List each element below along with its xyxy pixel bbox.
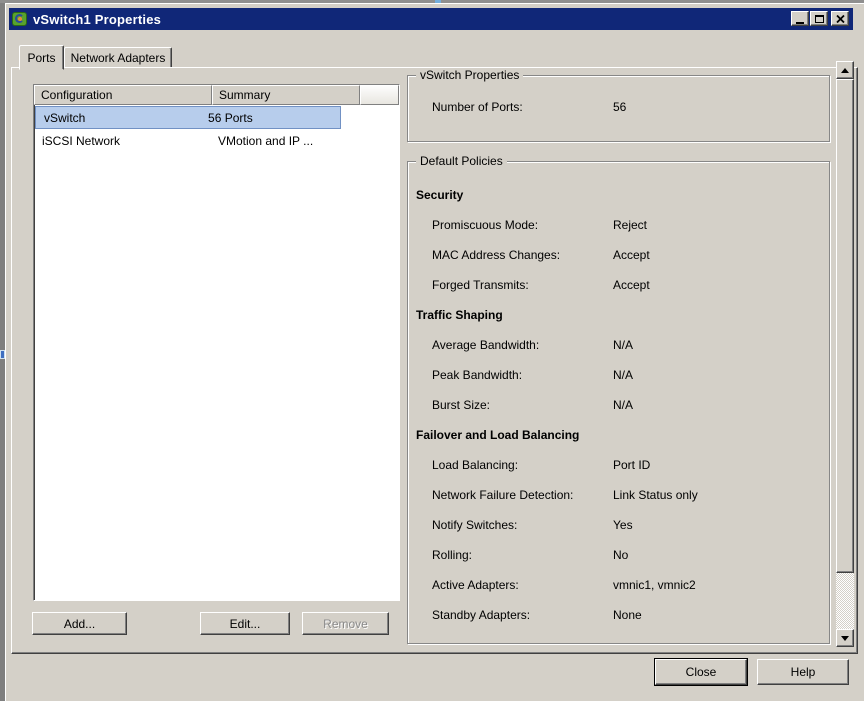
- row-summary-cell: 56 Ports: [208, 110, 253, 125]
- remove-button: Remove: [302, 612, 389, 635]
- policy-row: Active Adapters: vmnic1, vmnic2: [432, 570, 829, 600]
- close-icon: [835, 14, 845, 23]
- policy-value: Port ID: [613, 458, 651, 472]
- arrow-down-icon: [841, 635, 849, 641]
- policy-section-header-traffic-shaping: Traffic Shaping: [416, 308, 503, 322]
- policy-label: Average Bandwidth:: [432, 338, 540, 352]
- property-row: Number of Ports: 56: [432, 92, 829, 122]
- policy-row: Promiscuous Mode: Reject: [432, 210, 829, 240]
- policy-label: MAC Address Changes:: [432, 248, 561, 262]
- default-policies-group: Default Policies Security Promiscuous Mo…: [407, 154, 830, 644]
- policy-value: N/A: [613, 398, 634, 412]
- edit-button[interactable]: Edit...: [200, 612, 290, 635]
- vsphere-app-icon[interactable]: [12, 11, 28, 27]
- policy-row: Rolling: No: [432, 540, 829, 570]
- policy-label: Notify Switches:: [432, 518, 518, 532]
- list-row-vswitch[interactable]: vSwitch 56 Ports: [35, 106, 341, 129]
- scrollbar[interactable]: [836, 61, 854, 647]
- policy-value: Accept: [613, 248, 650, 262]
- policy-value: N/A: [613, 368, 634, 382]
- policy-row: MAC Address Changes: Accept: [432, 240, 829, 270]
- close-window-button[interactable]: [831, 11, 849, 26]
- policy-value: vmnic1, vmnic2: [613, 578, 696, 592]
- column-header-summary[interactable]: Summary: [212, 85, 360, 105]
- policy-label: Network Failure Detection:: [432, 488, 574, 502]
- screen: vSwitch1 Properties Ports Network Adapte…: [0, 0, 864, 701]
- policy-label: Burst Size:: [432, 398, 491, 412]
- scrollbar-thumb[interactable]: [836, 79, 854, 573]
- titlebar[interactable]: vSwitch1 Properties: [9, 8, 853, 30]
- property-label: Number of Ports:: [432, 100, 523, 114]
- maximize-button[interactable]: [810, 11, 828, 26]
- policy-value: No: [613, 548, 629, 562]
- column-header-filler: [360, 85, 399, 105]
- policy-label: Promiscuous Mode:: [432, 218, 539, 232]
- port-configuration-list[interactable]: Configuration Summary vSwitch 56 Ports i…: [33, 84, 400, 601]
- list-row-iscsi-network[interactable]: iSCSI Network VMotion and IP ...: [34, 129, 399, 152]
- window-title: vSwitch1 Properties: [33, 11, 162, 27]
- policy-value: Yes: [613, 518, 633, 532]
- policy-value: Accept: [613, 278, 650, 292]
- add-button[interactable]: Add...: [32, 612, 127, 635]
- scroll-down-button[interactable]: [836, 629, 854, 647]
- scroll-up-button[interactable]: [836, 61, 854, 79]
- help-button[interactable]: Help: [757, 659, 849, 685]
- policy-row: Average Bandwidth: N/A: [432, 330, 829, 360]
- policy-label: Standby Adapters:: [432, 608, 531, 622]
- policy-value: Link Status only: [613, 488, 698, 502]
- policy-label: Load Balancing:: [432, 458, 519, 472]
- policy-section-header-failover: Failover and Load Balancing: [416, 428, 580, 442]
- group-title: Default Policies: [416, 154, 507, 169]
- row-configuration-cell: vSwitch: [44, 110, 86, 125]
- row-summary-cell: VMotion and IP ...: [218, 133, 314, 148]
- tab-network-adapters-label: Network Adapters: [70, 50, 166, 65]
- group-title: vSwitch Properties: [416, 68, 524, 83]
- tab-ports[interactable]: Ports: [19, 45, 64, 70]
- tab-network-adapters[interactable]: Network Adapters: [64, 47, 172, 68]
- policy-row: Forged Transmits: Accept: [432, 270, 829, 300]
- list-header: Configuration Summary: [34, 85, 399, 105]
- policy-value: N/A: [613, 338, 634, 352]
- tab-ports-label: Ports: [27, 50, 56, 65]
- policy-label: Peak Bandwidth:: [432, 368, 523, 382]
- policy-row: Burst Size: N/A: [432, 390, 829, 420]
- property-value: 56: [613, 100, 627, 114]
- vswitch-properties-group: vSwitch Properties Number of Ports: 56: [407, 68, 830, 142]
- policy-section-header-security: Security: [416, 188, 464, 202]
- arrow-up-icon: [841, 67, 849, 73]
- policy-label: Rolling:: [432, 548, 473, 562]
- maximize-icon: [814, 14, 824, 23]
- policy-label: Forged Transmits:: [432, 278, 529, 292]
- minimize-button[interactable]: [791, 11, 809, 26]
- row-configuration-cell: iSCSI Network: [42, 133, 121, 148]
- policy-label: Active Adapters:: [432, 578, 519, 592]
- policy-row: Load Balancing: Port ID: [432, 450, 829, 480]
- policy-row: Notify Switches: Yes: [432, 510, 829, 540]
- policy-value: Reject: [613, 218, 648, 232]
- close-button[interactable]: Close: [655, 659, 747, 685]
- policy-row: Standby Adapters: None: [432, 600, 829, 630]
- policy-row: Peak Bandwidth: N/A: [432, 360, 829, 390]
- policy-value: None: [613, 608, 642, 622]
- minimize-icon: [796, 21, 804, 24]
- column-header-configuration[interactable]: Configuration: [34, 85, 212, 105]
- policy-row: Network Failure Detection: Link Status o…: [432, 480, 829, 510]
